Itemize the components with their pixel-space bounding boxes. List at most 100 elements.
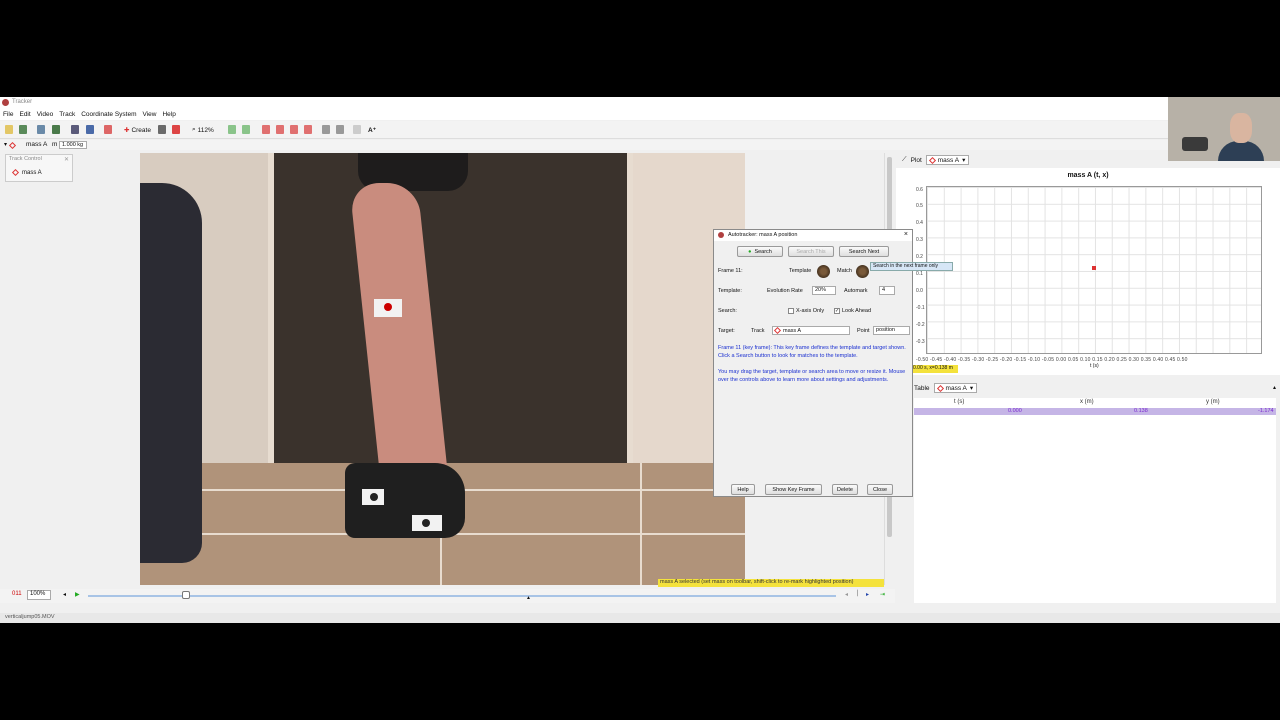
plot-track-label: mass A	[937, 156, 960, 164]
table-track-select[interactable]: mass A ▾	[933, 383, 978, 393]
velocity-icon[interactable]	[290, 125, 298, 134]
video-jacket	[140, 183, 202, 563]
labels-icon[interactable]	[242, 125, 250, 134]
plot-track-select[interactable]: mass A ▾	[925, 155, 970, 165]
microphone	[1182, 137, 1208, 151]
search-dot-icon: ●	[748, 248, 752, 255]
calibration-icon[interactable]	[86, 125, 94, 134]
automark-field[interactable]: 4	[879, 286, 895, 295]
play-icon[interactable]: ▶	[75, 591, 80, 598]
table-cell: 0.138	[1134, 408, 1148, 414]
look-ahead-checkbox[interactable]: ✓	[834, 308, 840, 314]
step-back-icon[interactable]: ◂	[63, 591, 66, 598]
y-tick: 0.6	[916, 187, 923, 193]
loop-icon[interactable]: ⇥	[880, 591, 885, 598]
menu-file[interactable]: File	[3, 111, 13, 118]
clip-settings-icon[interactable]	[71, 125, 79, 134]
search-next-tooltip: Search in the next frame only	[870, 262, 953, 271]
show-key-frame-button[interactable]: Show Key Frame	[765, 484, 822, 495]
frame-slider[interactable]	[88, 595, 836, 597]
menu-track[interactable]: Track	[59, 111, 75, 118]
track-name[interactable]: mass A	[26, 141, 47, 148]
track-select[interactable]: mass A	[772, 326, 850, 335]
menu-coordinate-system[interactable]: Coordinate System	[81, 111, 136, 118]
column-header[interactable]: x (m)	[1080, 399, 1094, 405]
track-control-mass-a-button[interactable]: mass A	[9, 167, 49, 178]
search-next-button[interactable]: Search Next	[839, 246, 889, 257]
column-header[interactable]: y (m)	[1206, 399, 1220, 405]
create-icon: ✚	[124, 127, 130, 134]
y-tick: 0.0	[916, 288, 923, 294]
delete-button[interactable]: Delete	[832, 484, 858, 495]
slider-knob[interactable]	[182, 591, 190, 599]
paint-icon[interactable]	[353, 125, 361, 134]
ruler-icon[interactable]	[322, 125, 330, 134]
save-icon[interactable]	[19, 125, 27, 134]
table-tab[interactable]: Table	[914, 385, 930, 392]
track-control-title: Track Control	[9, 156, 42, 162]
table-header: Table mass A ▾	[914, 382, 978, 394]
chevron-down-icon: ▾	[969, 385, 974, 392]
slider-marker-icon: ▲	[526, 595, 531, 601]
ankle-dot	[370, 493, 378, 501]
evolution-rate-field[interactable]: 20%	[812, 286, 836, 295]
create-button[interactable]: ✚ Create	[124, 125, 151, 135]
protractor-icon[interactable]	[336, 125, 344, 134]
step-back-icon[interactable]: ◂	[845, 591, 848, 598]
presenter-body	[1218, 141, 1264, 161]
menu-edit[interactable]: Edit	[19, 111, 30, 118]
import-icon[interactable]	[37, 125, 45, 134]
track-toolbar: ▾ mass A m 1.000 kg	[0, 140, 1280, 150]
frame-number[interactable]: 011	[12, 591, 22, 597]
acceleration-icon[interactable]	[304, 125, 312, 134]
plot-view[interactable]: mass A (t, x) 0.6 0.5 0.4 0.3 0.2 0.1 0.…	[896, 168, 1280, 375]
trails-icon[interactable]	[228, 125, 236, 134]
export-icon[interactable]	[52, 125, 60, 134]
help-button[interactable]: Help	[731, 484, 755, 495]
x-axis-label: t (s)	[1090, 363, 1099, 369]
plot-icon: ⟋	[902, 156, 907, 163]
menu-help[interactable]: Help	[162, 111, 175, 118]
axes-icon[interactable]	[104, 125, 112, 134]
tracked-point[interactable]	[384, 303, 392, 311]
search-button[interactable]: ● Search	[737, 246, 783, 257]
plot-tab[interactable]: Plot	[911, 157, 922, 164]
line-icon[interactable]	[262, 125, 270, 134]
close-button[interactable]: Close	[867, 484, 893, 495]
zoom-button[interactable]: ⌕ 112%	[192, 125, 214, 135]
search-row-label: Search:	[718, 308, 737, 314]
track-list-icon[interactable]	[158, 125, 166, 134]
font-size-icon[interactable]: A⁺	[368, 125, 376, 135]
video-view[interactable]	[140, 153, 745, 585]
template-label: Template	[789, 268, 812, 274]
menu-bar: File Edit Video Track Coordinate System …	[0, 109, 1168, 120]
zoom-field[interactable]: 100%	[27, 590, 51, 600]
mass-field[interactable]: 1.000 kg	[59, 141, 87, 149]
table-row[interactable]: 0.000 0.138 -1.174	[914, 408, 1276, 415]
search-this-button[interactable]: Search This	[788, 246, 834, 257]
close-icon[interactable]: ×	[904, 231, 908, 238]
template-row-label: Template:	[718, 288, 742, 294]
chevron-up-icon[interactable]: ▴	[1273, 384, 1276, 391]
step-forward-icon[interactable]: ▸	[866, 591, 869, 598]
chevron-down-icon[interactable]: ▾	[4, 141, 7, 148]
menu-video[interactable]: Video	[37, 111, 54, 118]
x-axis-only-checkbox[interactable]	[788, 308, 794, 314]
data-table[interactable]: t (s) x (m) y (m) 0.000 0.138 -1.174	[914, 398, 1276, 603]
mass-marker-icon	[936, 384, 944, 392]
match-label: Match	[837, 268, 852, 274]
position-icon[interactable]	[276, 125, 284, 134]
toe-dot	[422, 519, 430, 527]
autotracker-icon[interactable]	[172, 125, 180, 134]
plot-data-point[interactable]	[1092, 266, 1096, 270]
close-icon[interactable]: ✕	[64, 156, 69, 163]
data-pane: ⟋ Plot mass A ▾ mass A (t, x) 0.6 0.5 0.…	[896, 153, 1280, 603]
plot-area[interactable]	[926, 186, 1262, 354]
menu-view[interactable]: View	[143, 111, 157, 118]
track-control-panel: Track Control ✕ mass A	[5, 154, 73, 182]
plot-readout: 0.00 s, x=0.138 m	[912, 365, 958, 373]
open-icon[interactable]	[5, 125, 13, 134]
point-select[interactable]: position	[873, 326, 910, 335]
step-icon[interactable]: ⏐	[856, 591, 859, 598]
column-header[interactable]: t (s)	[954, 399, 964, 405]
